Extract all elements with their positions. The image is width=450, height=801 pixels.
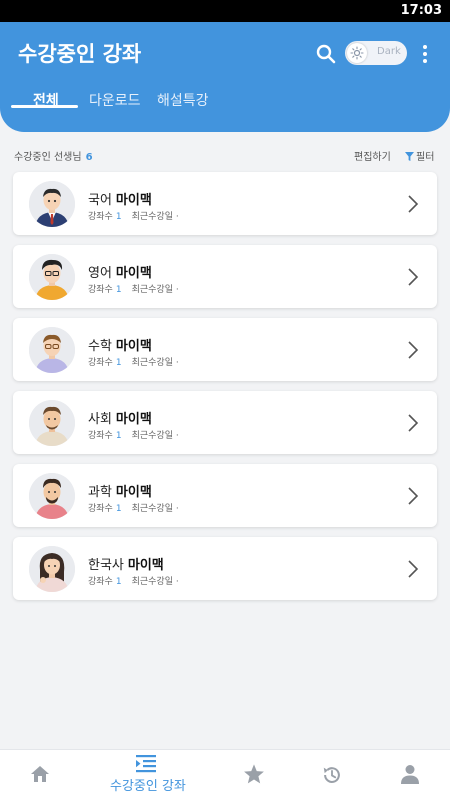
course-meta: 강좌수 1 최근수강일 ·	[88, 501, 179, 514]
edit-button[interactable]: 편집하기	[354, 148, 391, 163]
my-courses-icon	[136, 755, 156, 773]
sun-icon	[350, 46, 364, 60]
nav-history[interactable]	[321, 764, 343, 790]
lecture-count-label: 강좌수	[88, 577, 113, 587]
course-title: 영어 마이맥	[88, 262, 152, 281]
teacher-count: 6	[85, 152, 93, 163]
teacher-avatar	[29, 400, 75, 446]
recent-date-label: 최근수강일 ·	[131, 504, 179, 514]
course-meta: 강좌수 1 최근수강일 ·	[88, 355, 179, 368]
teacher-name: 마이맥	[127, 558, 164, 573]
lecture-count: 1	[115, 577, 122, 587]
nav-my-courses[interactable]	[136, 755, 156, 777]
teacher-name: 마이맥	[115, 193, 152, 208]
chevron-right-icon	[408, 341, 419, 359]
nav-favorites[interactable]	[243, 763, 265, 789]
course-title: 국어 마이맥	[88, 189, 152, 208]
course-subject: 국어	[88, 193, 112, 208]
course-card-math[interactable]: 수학 마이맥 강좌수 1 최근수강일 ·	[13, 318, 437, 381]
toggle-label: Dark	[377, 46, 401, 57]
recent-date-label: 최근수강일 ·	[131, 285, 179, 295]
course-card-korean-history[interactable]: 한국사 마이맥 강좌수 1 최근수강일 ·	[13, 537, 437, 600]
chevron-right-icon	[408, 195, 419, 213]
status-time: 17:03	[400, 3, 442, 18]
course-subject: 과학	[88, 485, 112, 500]
tab-downloads[interactable]: 다운로드	[89, 90, 141, 110]
nav-home[interactable]	[30, 764, 50, 788]
app-header: 수강중인 강좌 Dark 전체 다운로드 해설특강	[0, 22, 450, 132]
page-title: 수강중인 강좌	[18, 42, 142, 66]
course-meta: 강좌수 1 최근수강일 ·	[88, 209, 179, 222]
course-card-english[interactable]: 영어 마이맥 강좌수 1 최근수강일 ·	[13, 245, 437, 308]
lecture-count: 1	[115, 358, 122, 368]
recent-date-label: 최근수강일 ·	[131, 212, 179, 222]
teacher-avatar	[29, 546, 75, 592]
course-subject: 수학	[88, 339, 112, 354]
teacher-avatar	[29, 254, 75, 300]
dark-mode-toggle[interactable]: Dark	[345, 41, 407, 65]
lecture-count: 1	[115, 431, 122, 441]
lecture-count: 1	[115, 212, 122, 222]
status-bar: 17:03	[0, 0, 450, 22]
course-card-science[interactable]: 과학 마이맥 강좌수 1 최근수강일 ·	[13, 464, 437, 527]
tab-bar: 전체 다운로드 해설특강	[0, 84, 450, 124]
course-meta: 강좌수 1 최근수강일 ·	[88, 574, 179, 587]
filter-icon	[405, 152, 414, 161]
list-label: 수강중인 선생님	[14, 152, 82, 163]
nav-my-courses-label[interactable]: 수강중인 강좌	[110, 775, 186, 794]
course-subject: 한국사	[88, 558, 124, 573]
chevron-right-icon	[408, 487, 419, 505]
list-summary: 수강중인 선생님 6	[14, 148, 93, 163]
course-meta: 강좌수 1 최근수강일 ·	[88, 282, 179, 295]
teacher-name: 마이맥	[115, 339, 152, 354]
chevron-right-icon	[408, 268, 419, 286]
lecture-count-label: 강좌수	[88, 358, 113, 368]
search-icon	[316, 44, 336, 64]
profile-icon	[401, 765, 419, 784]
course-card-social[interactable]: 사회 마이맥 강좌수 1 최근수강일 ·	[13, 391, 437, 454]
course-subject: 영어	[88, 266, 112, 281]
teacher-avatar	[29, 327, 75, 373]
toggle-knob	[347, 43, 367, 63]
chevron-right-icon	[408, 560, 419, 578]
nav-profile[interactable]	[400, 764, 420, 788]
course-card-korean[interactable]: 국어 마이맥 강좌수 1 최근수강일 ·	[13, 172, 437, 235]
recent-date-label: 최근수강일 ·	[131, 577, 179, 587]
lecture-count-label: 강좌수	[88, 431, 113, 441]
star-icon	[244, 764, 264, 784]
recent-date-label: 최근수강일 ·	[131, 431, 179, 441]
filter-label: 필터	[416, 152, 435, 163]
course-title: 사회 마이맥	[88, 408, 152, 427]
recent-date-label: 최근수강일 ·	[131, 358, 179, 368]
bottom-navigation: 수강중인 강좌	[0, 749, 450, 801]
course-title: 과학 마이맥	[88, 481, 152, 500]
teacher-name: 마이맥	[115, 485, 152, 500]
chevron-right-icon	[408, 414, 419, 432]
history-icon	[323, 767, 340, 783]
course-subject: 사회	[88, 412, 112, 427]
search-button[interactable]	[314, 42, 338, 66]
course-title: 수학 마이맥	[88, 335, 152, 354]
home-icon	[31, 766, 49, 782]
tab-special-lectures[interactable]: 해설특강	[157, 90, 209, 110]
more-vertical-icon	[423, 45, 427, 63]
lecture-count-label: 강좌수	[88, 504, 113, 514]
teacher-avatar	[29, 181, 75, 227]
active-tab-indicator	[11, 105, 78, 108]
teacher-avatar	[29, 473, 75, 519]
lecture-count: 1	[115, 504, 122, 514]
teacher-name: 마이맥	[115, 266, 152, 281]
filter-button[interactable]: 필터	[405, 148, 434, 163]
lecture-count-label: 강좌수	[88, 212, 113, 222]
lecture-count-label: 강좌수	[88, 285, 113, 295]
more-options-button[interactable]	[418, 42, 432, 66]
teacher-name: 마이맥	[115, 412, 152, 427]
course-title: 한국사 마이맥	[88, 554, 164, 573]
lecture-count: 1	[115, 285, 122, 295]
course-meta: 강좌수 1 최근수강일 ·	[88, 428, 179, 441]
